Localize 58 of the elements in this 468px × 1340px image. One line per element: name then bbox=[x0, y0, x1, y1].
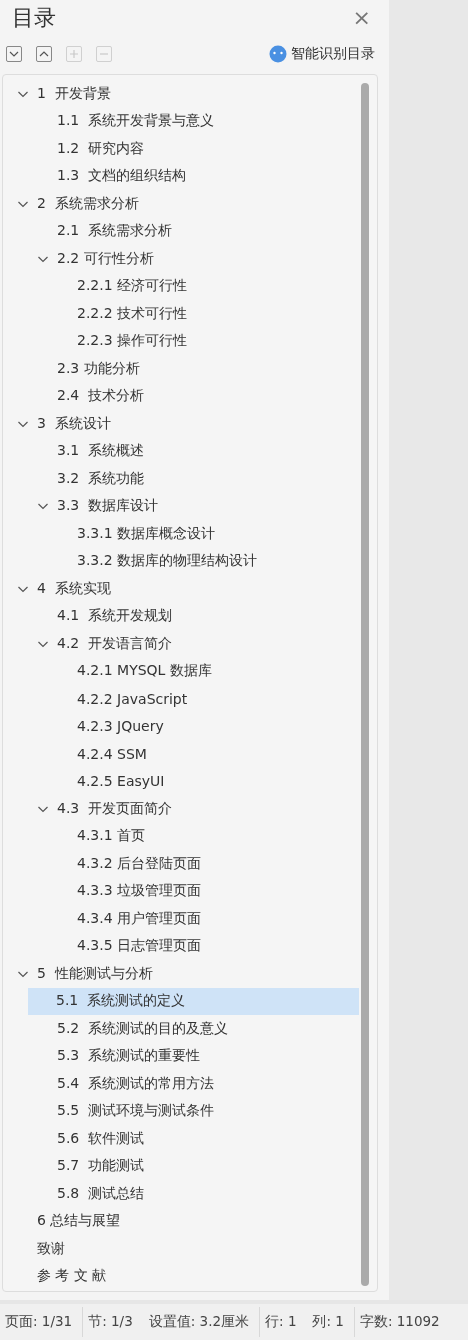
status-text: 列: 1 bbox=[312, 1313, 344, 1331]
status-text: 页面: 1/31 bbox=[5, 1313, 73, 1331]
plus-icon bbox=[68, 48, 80, 60]
toc-item[interactable]: 1.2 研究内容 bbox=[3, 135, 359, 163]
toc-item[interactable]: 2.2.1 经济可行性 bbox=[3, 272, 359, 300]
toc-item[interactable]: 5.7 功能测试 bbox=[3, 1152, 359, 1180]
toc-item[interactable]: 4.3.3 垃圾管理页面 bbox=[3, 877, 359, 905]
toc-item[interactable]: 3.1 系统概述 bbox=[3, 437, 359, 465]
toc-item[interactable]: 1.3 文档的组织结构 bbox=[3, 162, 359, 190]
status-text: 节: 1/3 bbox=[88, 1313, 133, 1331]
toc-item[interactable]: 3.3.2 数据库的物理结构设计 bbox=[3, 547, 359, 575]
toc-item[interactable]: 2 系统需求分析 bbox=[3, 190, 359, 218]
toc-item[interactable]: 4.2.2 JavaScript bbox=[3, 685, 359, 713]
toc-item[interactable]: 4.2 开发语言简介 bbox=[3, 630, 359, 658]
toc-item[interactable]: 5.2 系统测试的目的及意义 bbox=[3, 1015, 359, 1043]
toc-item[interactable]: 4.2.5 EasyUI bbox=[3, 767, 359, 795]
expand-button[interactable] bbox=[6, 46, 22, 62]
toc-item[interactable]: 3.2 系统功能 bbox=[3, 465, 359, 493]
collapse-button[interactable] bbox=[36, 46, 52, 62]
toc-item[interactable]: 4.2.1 MYSQL 数据库 bbox=[3, 657, 359, 685]
toc-item[interactable]: 4 系统实现 bbox=[3, 575, 359, 603]
toc-item[interactable]: 4.1 系统开发规划 bbox=[3, 602, 359, 630]
toc-item[interactable]: 3 系统设计 bbox=[3, 410, 359, 438]
toc-item[interactable]: 2.2 可行性分析 bbox=[3, 245, 359, 273]
toc-item[interactable]: 3.3.1 数据库概念设计 bbox=[3, 520, 359, 548]
toc-item[interactable]: 5.8 测试总结 bbox=[3, 1180, 359, 1208]
toc-item[interactable]: 5.4 系统测试的常用方法 bbox=[3, 1070, 359, 1098]
status-text: 字数: 11092 bbox=[359, 1313, 440, 1331]
toc-item[interactable]: 2.2.3 操作可行性 bbox=[3, 327, 359, 355]
toc-item[interactable]: 4.3.1 首页 bbox=[3, 822, 359, 850]
toc-item[interactable]: 2.4 技术分析 bbox=[3, 382, 359, 410]
toc-item[interactable]: 参 考 文 献 bbox=[3, 1262, 359, 1290]
toc-item[interactable]: 4.3.2 后台登陆页面 bbox=[3, 850, 359, 878]
toc-item[interactable]: 4.3.4 用户管理页面 bbox=[3, 905, 359, 933]
toc-item[interactable]: 4.3.5 日志管理页面 bbox=[3, 932, 359, 960]
toc-item[interactable]: 5 性能测试与分析 bbox=[3, 960, 359, 988]
toc-item[interactable]: 2.3 功能分析 bbox=[3, 355, 359, 383]
toc-item[interactable]: 6 总结与展望 bbox=[3, 1207, 359, 1235]
toc-item[interactable]: 5.6 软件测试 bbox=[3, 1125, 359, 1153]
toc-item[interactable]: 2.2.2 技术可行性 bbox=[3, 300, 359, 328]
robot-face-icon bbox=[269, 45, 287, 63]
close-button[interactable]: × bbox=[346, 7, 377, 29]
scrollbar-thumb[interactable] bbox=[361, 83, 369, 1286]
toc-item[interactable]: 5.1 系统测试的定义 bbox=[28, 987, 359, 1015]
toc-item[interactable]: 2.1 系统需求分析 bbox=[3, 217, 359, 245]
toc-item[interactable]: 1 开发背景 bbox=[3, 80, 359, 108]
toc-item[interactable]: 3.3 数据库设计 bbox=[3, 492, 359, 520]
toc-item[interactable]: 5.5 测试环境与测试条件 bbox=[3, 1097, 359, 1125]
toc-item[interactable]: 1.1 系统开发背景与意义 bbox=[3, 107, 359, 135]
status-text: 设置值: 3.2厘米 bbox=[148, 1313, 250, 1331]
toc-item[interactable]: 4.2.4 SSM bbox=[3, 740, 359, 768]
toc-item[interactable]: 致谢 bbox=[3, 1235, 359, 1263]
toc-item[interactable]: 5.3 系统测试的重要性 bbox=[3, 1042, 359, 1070]
status-text: 行: 1 bbox=[265, 1313, 297, 1331]
panel-title: 目录 bbox=[12, 4, 56, 32]
toc-item[interactable]: 4.2.3 JQuery bbox=[3, 712, 359, 740]
smart-toc-button[interactable]: 智能识别目录 bbox=[269, 45, 375, 63]
toc-item[interactable]: 4.3 开发页面简介 bbox=[3, 795, 359, 823]
